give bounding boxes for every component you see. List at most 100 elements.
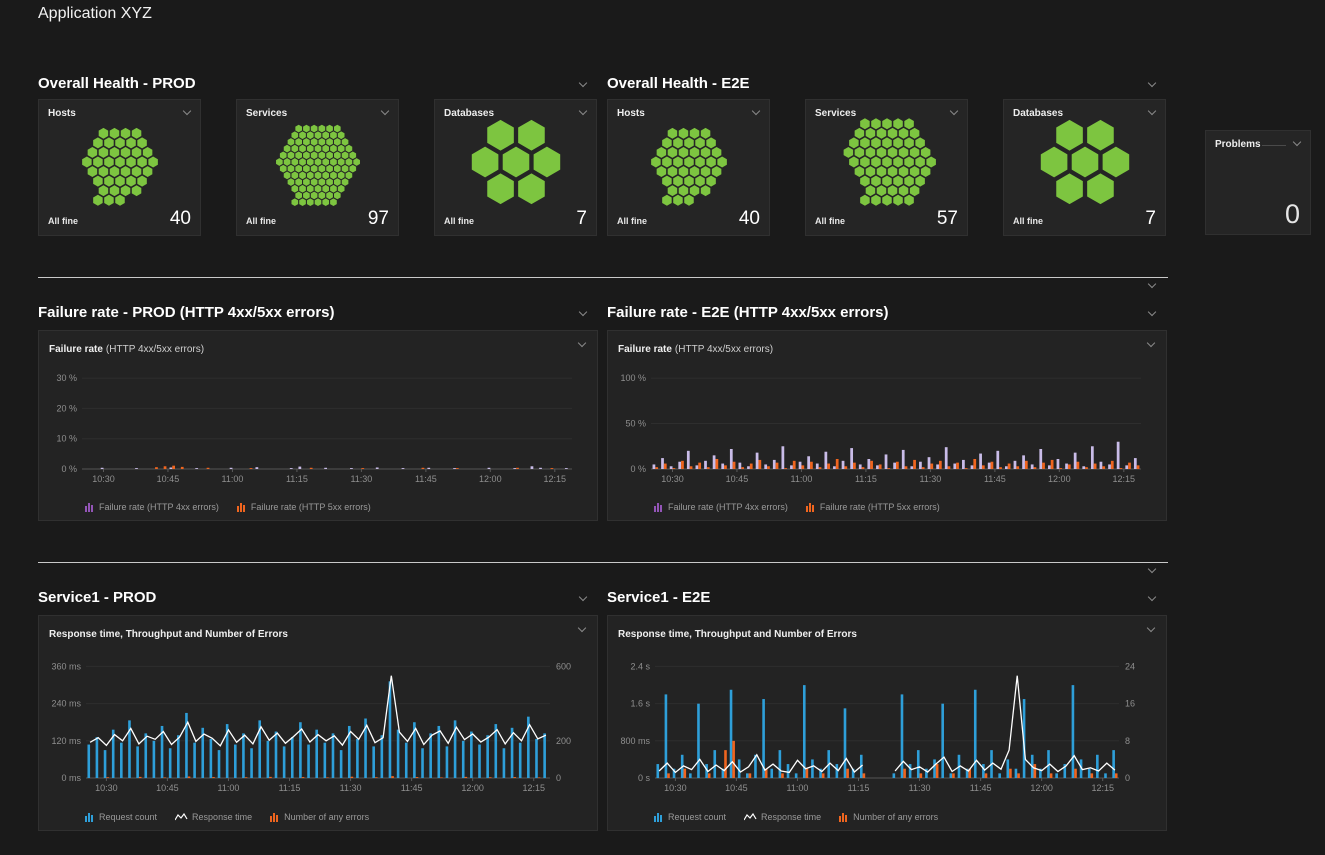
legend-item[interactable]: Failure rate (HTTP 4xx errors) (654, 502, 788, 512)
legend-item[interactable]: Failure rate (HTTP 5xx errors) (237, 502, 371, 512)
service-prod-chart[interactable]: 360 ms240 ms120 ms0 ms600200010:3010:451… (44, 646, 584, 796)
svg-text:10:45: 10:45 (726, 474, 749, 484)
svg-text:360 ms: 360 ms (51, 661, 81, 671)
section-title-failure-prod: Failure rate - PROD (HTTP 4xx/5xx errors… (38, 304, 335, 321)
legend-label: Number of any errors (853, 812, 938, 822)
section-header-failure-e2e: Failure rate - E2E (HTTP 4xx/5xx errors) (607, 302, 1159, 322)
chevron-down-icon[interactable] (380, 107, 392, 116)
tile-count: 40 (739, 208, 760, 230)
problems-count: 0 (1285, 199, 1300, 230)
bar-series-icon (654, 813, 664, 822)
chart-title: Failure rate (49, 344, 103, 355)
chevron-down-icon[interactable] (1292, 138, 1304, 147)
honeycomb-chart[interactable] (633, 116, 745, 208)
svg-text:240 ms: 240 ms (51, 699, 81, 709)
svg-text:0 %: 0 % (61, 464, 77, 474)
service-e2e-chart[interactable]: 2.4 s1.6 s800 ms0 s24168010:3010:4511:00… (613, 646, 1153, 796)
legend-item[interactable]: Response time (175, 812, 252, 822)
legend-item[interactable]: Request count (85, 812, 157, 822)
honeycomb-chart[interactable] (64, 116, 176, 208)
bar-series-icon (270, 813, 280, 822)
health-tile-hosts-prod[interactable]: Hosts All fine 40 (38, 99, 201, 236)
legend-item[interactable]: Number of any errors (270, 812, 369, 822)
health-tile-hosts-e2e[interactable]: Hosts All fine 40 (607, 99, 770, 236)
tile-status: All fine (246, 216, 276, 226)
health-tile-databases-prod[interactable]: Databases All fine 7 (434, 99, 597, 236)
health-tile-databases-e2e[interactable]: Databases All fine 7 (1003, 99, 1166, 236)
problems-tile[interactable]: Problems 0 (1205, 130, 1311, 235)
svg-text:30 %: 30 % (56, 373, 77, 383)
failure-prod-chart[interactable]: 30 %20 %10 %0 %10:3010:4511:0011:1511:30… (44, 361, 584, 487)
legend-item[interactable]: Request count (654, 812, 726, 822)
chevron-down-icon[interactable] (578, 593, 590, 602)
svg-text:0 s: 0 s (638, 773, 651, 783)
chart-title-group: Failure rate(HTTP 4xx/5xx errors) (618, 339, 773, 357)
legend-item[interactable]: Failure rate (HTTP 4xx errors) (85, 502, 219, 512)
svg-text:11:00: 11:00 (791, 474, 813, 484)
svg-text:1.6 s: 1.6 s (630, 699, 650, 709)
chevron-down-icon[interactable] (1147, 593, 1159, 602)
svg-text:11:45: 11:45 (401, 783, 423, 793)
section-divider (38, 277, 1168, 278)
honeycomb-chart[interactable] (460, 116, 572, 208)
honeycomb-chart[interactable] (262, 116, 374, 208)
chevron-down-icon[interactable] (578, 107, 590, 116)
tile-count: 40 (170, 208, 191, 230)
svg-text:600: 600 (556, 661, 571, 671)
chart-title-suffix: (HTTP 4xx/5xx errors) (106, 344, 204, 355)
chevron-down-icon[interactable] (1147, 79, 1159, 88)
chevron-down-icon[interactable] (578, 308, 590, 317)
section-title-service-prod: Service1 - PROD (38, 589, 156, 606)
chevron-down-icon[interactable] (1146, 624, 1158, 633)
svg-text:12:15: 12:15 (1091, 783, 1114, 793)
svg-text:2.4 s: 2.4 s (630, 661, 650, 671)
section-title-service-e2e: Service1 - E2E (607, 589, 710, 606)
legend-item[interactable]: Failure rate (HTTP 5xx errors) (806, 502, 940, 512)
health-tile-services-prod[interactable]: Services All fine 97 (236, 99, 399, 236)
legend-label: Request count (668, 812, 726, 822)
chevron-down-icon[interactable] (1147, 107, 1159, 116)
legend-label: Request count (99, 812, 157, 822)
chart-legend: Request count Response time Number of any … (654, 812, 938, 822)
legend-label: Failure rate (HTTP 4xx errors) (668, 502, 788, 512)
chevron-down-icon[interactable] (578, 79, 590, 88)
svg-text:12:15: 12:15 (1113, 474, 1136, 484)
tile-title: Problems (1215, 139, 1261, 150)
svg-text:0 ms: 0 ms (61, 773, 81, 783)
chevron-down-icon[interactable] (1147, 308, 1159, 317)
chevron-down-icon[interactable] (577, 624, 589, 633)
svg-text:10:30: 10:30 (92, 474, 115, 484)
svg-text:12:00: 12:00 (1048, 474, 1071, 484)
failure-e2e-chart[interactable]: 100 %50 %0 %10:3010:4511:0011:1511:3011:… (613, 361, 1153, 487)
svg-text:11:00: 11:00 (222, 474, 244, 484)
legend-item[interactable]: Number of any errors (839, 812, 938, 822)
legend-label: Failure rate (HTTP 5xx errors) (820, 502, 940, 512)
chart-title-group: Failure rate(HTTP 4xx/5xx errors) (49, 339, 204, 357)
section-header-service-prod: Service1 - PROD (38, 587, 590, 607)
chevron-down-icon[interactable] (751, 107, 763, 116)
chevron-down-icon[interactable] (1147, 565, 1159, 574)
chevron-down-icon[interactable] (949, 107, 961, 116)
health-tile-services-e2e[interactable]: Services All fine 57 (805, 99, 968, 236)
legend-item[interactable]: Response time (744, 812, 821, 822)
svg-text:11:15: 11:15 (848, 783, 870, 793)
svg-text:11:45: 11:45 (415, 474, 437, 484)
honeycomb-chart[interactable] (1029, 116, 1141, 208)
chevron-down-icon[interactable] (1147, 280, 1159, 289)
chevron-down-icon[interactable] (182, 107, 194, 116)
chart-tile-failure-prod: Failure rate(HTTP 4xx/5xx errors) 30 %20… (38, 330, 598, 521)
svg-text:11:30: 11:30 (350, 474, 372, 484)
chevron-down-icon[interactable] (1146, 339, 1158, 348)
bar-series-icon (839, 813, 849, 822)
svg-text:11:15: 11:15 (279, 783, 301, 793)
svg-text:10:45: 10:45 (157, 474, 180, 484)
bar-series-icon (654, 503, 664, 512)
chevron-down-icon[interactable] (577, 339, 589, 348)
line-series-icon (175, 813, 188, 822)
svg-text:10:30: 10:30 (95, 783, 118, 793)
svg-text:10:30: 10:30 (661, 474, 684, 484)
chart-tile-failure-e2e: Failure rate(HTTP 4xx/5xx errors) 100 %5… (607, 330, 1167, 521)
honeycomb-chart[interactable] (831, 116, 943, 208)
svg-text:11:15: 11:15 (286, 474, 308, 484)
svg-text:0: 0 (1125, 773, 1130, 783)
